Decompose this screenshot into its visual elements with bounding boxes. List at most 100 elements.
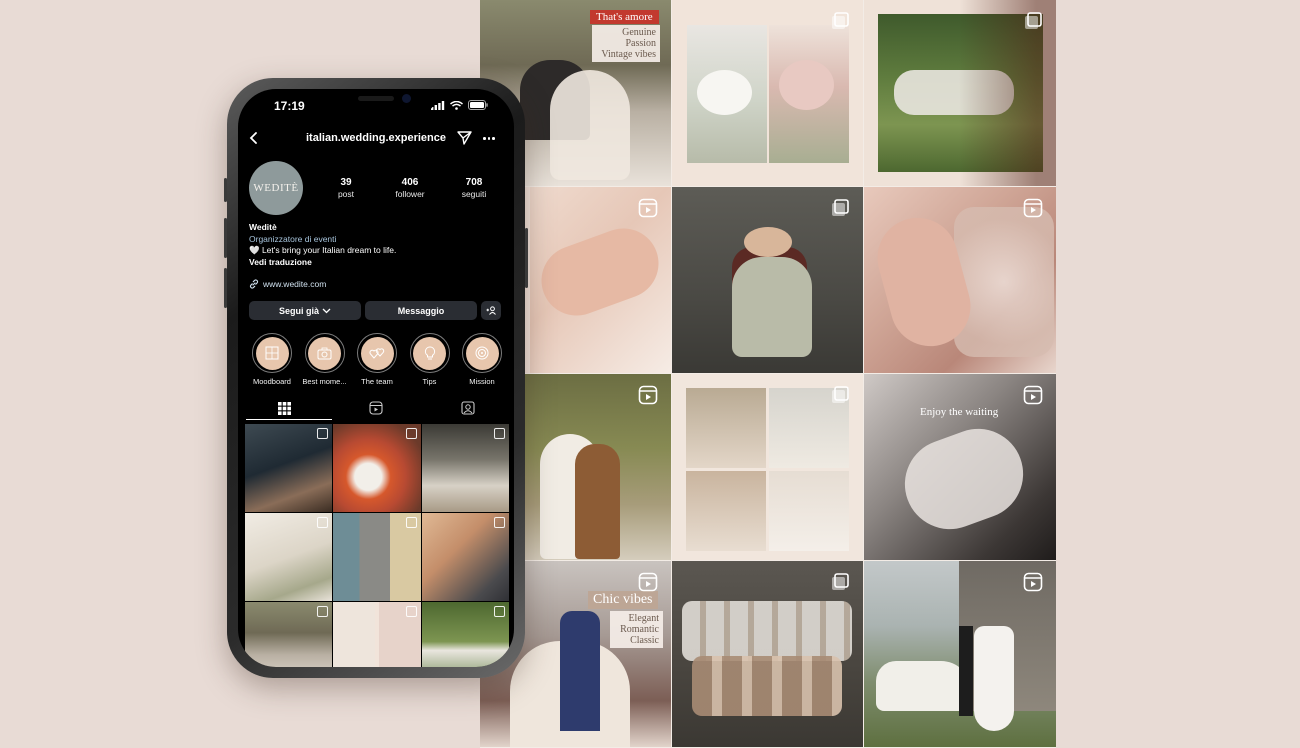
send-icon[interactable] bbox=[457, 131, 472, 150]
phone-volume-up bbox=[224, 218, 227, 258]
tile-caption-box: Genuine Passion Vintage vibes bbox=[592, 25, 660, 62]
reel-icon bbox=[637, 384, 659, 406]
carousel-icon bbox=[317, 428, 329, 439]
stat-followers[interactable]: 406 follower bbox=[378, 177, 442, 199]
battery-icon bbox=[468, 100, 488, 110]
profile-tabs bbox=[238, 397, 514, 419]
stat-following[interactable]: 708 seguiti bbox=[442, 177, 506, 199]
post-thumbnail[interactable] bbox=[333, 513, 421, 601]
highlight-label: Mission bbox=[469, 377, 495, 386]
status-time: 17:19 bbox=[274, 99, 305, 113]
reel-icon bbox=[317, 517, 329, 528]
tab-posts-grid[interactable] bbox=[238, 397, 330, 419]
highlight-cover bbox=[413, 336, 446, 370]
grid-tile-seated-guest[interactable] bbox=[672, 187, 863, 373]
add-person-icon bbox=[486, 306, 496, 315]
reel-icon bbox=[494, 517, 505, 528]
post-thumbnail[interactable] bbox=[245, 513, 333, 601]
tab-reels[interactable] bbox=[330, 397, 422, 419]
reel-icon bbox=[494, 428, 505, 439]
reel-icon bbox=[405, 428, 417, 439]
post-thumbnail[interactable] bbox=[333, 424, 421, 512]
grid-tile-hands-lace[interactable] bbox=[864, 187, 1056, 373]
tab-tagged[interactable] bbox=[422, 397, 514, 419]
hearts-icon bbox=[369, 347, 385, 359]
grid-tile-picnic[interactable] bbox=[864, 0, 1056, 186]
speaker bbox=[358, 96, 394, 101]
reels-icon bbox=[369, 401, 383, 415]
back-arrow-icon[interactable] bbox=[248, 131, 260, 150]
active-tab-indicator bbox=[246, 419, 332, 420]
phone-side-button bbox=[224, 178, 227, 202]
grid-tile-enjoy-waiting[interactable]: Enjoy the waiting bbox=[864, 374, 1056, 560]
tile-title: Chic vibes bbox=[588, 591, 658, 609]
carousel-icon bbox=[829, 197, 851, 219]
website-url: www.wedite.com bbox=[263, 279, 327, 289]
post-thumbnail[interactable] bbox=[245, 602, 333, 667]
grid-tile-bouquets[interactable] bbox=[672, 0, 863, 186]
carousel-icon bbox=[829, 10, 851, 32]
phone-power-button bbox=[525, 228, 528, 288]
bulb-icon bbox=[424, 345, 435, 359]
target-icon bbox=[475, 346, 489, 360]
tile-caption: Enjoy the waiting bbox=[920, 406, 999, 418]
highlight-ring bbox=[252, 333, 292, 373]
grid-tile-vintage-car[interactable] bbox=[864, 561, 1056, 747]
phone-screen: 17:19 italian.wedding.experience WEDITÈ bbox=[238, 89, 514, 667]
see-translation-link[interactable]: Vedi traduzione bbox=[249, 257, 509, 269]
profile-bio: Weditè Organizzatore di eventi 🤍 Let's b… bbox=[249, 222, 509, 268]
highlight-moodboard[interactable]: Moodboard bbox=[246, 333, 298, 386]
profile-category: Organizzatore di eventi bbox=[249, 233, 337, 244]
carousel-icon bbox=[829, 571, 851, 593]
caption-line: Elegant bbox=[628, 613, 659, 624]
stat-value: 708 bbox=[465, 177, 483, 188]
highlight-the-team[interactable]: The team bbox=[351, 333, 403, 386]
post-thumbnail[interactable] bbox=[421, 513, 509, 601]
highlight-tips[interactable]: Tips bbox=[404, 333, 456, 386]
stat-posts[interactable]: 39 post bbox=[314, 177, 378, 199]
carousel-icon bbox=[317, 606, 329, 617]
reel-icon bbox=[1022, 571, 1044, 593]
highlight-best-moments[interactable]: Best mome... bbox=[299, 333, 351, 386]
post-thumbnail[interactable] bbox=[333, 602, 421, 667]
caption-line: Vintage vibes bbox=[601, 49, 656, 60]
highlight-label: Tips bbox=[422, 377, 437, 386]
post-thumbnail[interactable] bbox=[245, 424, 333, 512]
highlight-label: Moodboard bbox=[253, 377, 291, 386]
highlight-ring bbox=[357, 333, 397, 373]
caption-line: Passion bbox=[625, 38, 656, 49]
following-button[interactable]: Segui già bbox=[249, 301, 361, 320]
following-label: Segui già bbox=[278, 305, 319, 316]
highlight-ring bbox=[304, 333, 345, 373]
profile-stats: 39 post 406 follower 708 seguiti bbox=[314, 177, 506, 199]
caption-line: Classic bbox=[630, 635, 659, 646]
profile-bio-text: 🤍 Let's bring your Italian dream to life… bbox=[249, 245, 397, 255]
suggest-people-button[interactable] bbox=[481, 301, 501, 320]
caption-line: Romantic bbox=[620, 624, 659, 635]
status-icons bbox=[431, 100, 488, 110]
tile-caption-box: Elegant Romantic Classic bbox=[610, 611, 663, 648]
carousel-icon bbox=[829, 384, 851, 406]
highlight-mission[interactable]: Mission bbox=[456, 333, 508, 386]
reel-icon bbox=[637, 197, 659, 219]
more-options-icon[interactable] bbox=[483, 137, 495, 140]
grid-tile-team-photo[interactable] bbox=[672, 561, 863, 747]
grid-tile-dress-collage[interactable] bbox=[672, 374, 863, 560]
profile-post-grid bbox=[245, 424, 509, 667]
carousel-icon bbox=[405, 606, 417, 617]
stat-value: 406 bbox=[401, 177, 419, 188]
chevron-down-icon bbox=[322, 308, 331, 313]
post-thumbnail[interactable] bbox=[421, 602, 509, 667]
tagged-icon bbox=[461, 401, 475, 415]
profile-website[interactable]: www.wedite.com bbox=[249, 279, 326, 289]
profile-avatar[interactable]: WEDITÈ bbox=[249, 161, 303, 215]
reel-icon bbox=[1022, 197, 1044, 219]
phone-volume-down bbox=[224, 268, 227, 308]
message-button[interactable]: Messaggio bbox=[365, 301, 477, 320]
highlight-cover bbox=[308, 336, 341, 370]
post-thumbnail[interactable] bbox=[421, 424, 509, 512]
highlight-ring bbox=[409, 333, 450, 373]
grid-icon bbox=[277, 401, 291, 415]
notch bbox=[316, 89, 436, 113]
stat-label: seguiti bbox=[461, 189, 487, 199]
